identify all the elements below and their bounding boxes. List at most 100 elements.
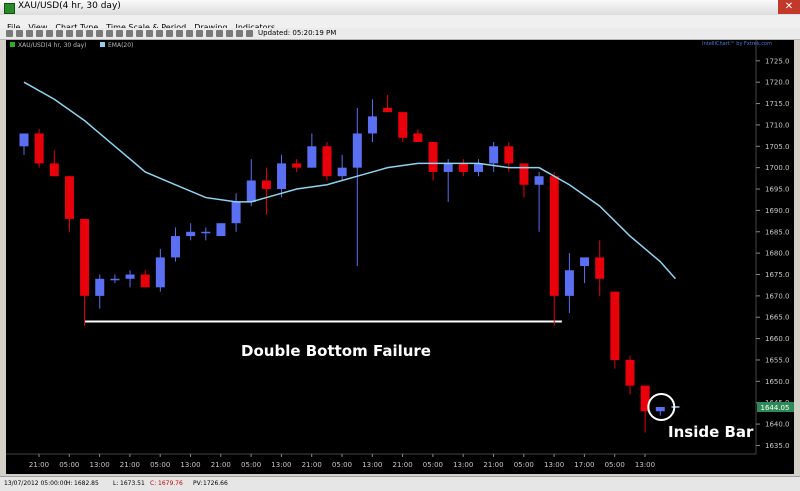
candle-body bbox=[352, 133, 362, 168]
line-type-icon[interactable] bbox=[156, 30, 163, 37]
x-tick-label: 13:00 bbox=[271, 461, 291, 469]
candle-body bbox=[398, 112, 408, 138]
candle bbox=[34, 129, 44, 168]
y-tick-label: 1720.0 bbox=[765, 79, 790, 87]
arrow-tool-icon[interactable] bbox=[96, 30, 103, 37]
x-tick-label: 05:00 bbox=[605, 461, 625, 469]
candle-body bbox=[49, 163, 59, 177]
candle bbox=[549, 171, 559, 326]
candle bbox=[216, 223, 226, 237]
candle bbox=[458, 159, 468, 177]
hline-tool-icon[interactable] bbox=[56, 30, 63, 37]
candle-body bbox=[413, 133, 423, 143]
channel-tool-icon[interactable] bbox=[76, 30, 83, 37]
y-tick-label: 1705.0 bbox=[765, 143, 790, 151]
y-tick-label: 1635.0 bbox=[765, 442, 790, 450]
candle-body bbox=[564, 270, 574, 296]
y-tick-label: 1665.0 bbox=[765, 314, 790, 322]
candle bbox=[580, 257, 590, 284]
candle bbox=[277, 154, 287, 198]
time-axis: 21:00 05:00 13:00 21:00 05:00 13:00 21:00 05:00… bbox=[6, 453, 756, 469]
candle-body bbox=[307, 146, 317, 168]
delete-tool-icon[interactable] bbox=[126, 30, 133, 37]
menu-bar: FileViewChart TypeTime Scale & PeriodDra… bbox=[0, 15, 800, 32]
candle bbox=[64, 176, 74, 232]
price-chart[interactable]: XAU/USD(4 hr, 30 day) EMA(20) IntelliChart… bbox=[6, 40, 794, 474]
y-tick-label: 1640.0 bbox=[765, 421, 790, 429]
status-bar: 13/07/2012 05:00:00 H: 1682.85 L: 1673.5… bbox=[0, 476, 800, 491]
candle-body bbox=[80, 218, 90, 296]
annotations: Double Bottom Failure Inside Bar bbox=[241, 342, 754, 441]
candle bbox=[125, 270, 135, 288]
candle-body bbox=[367, 116, 377, 134]
bar-type-icon[interactable] bbox=[146, 30, 153, 37]
status-low: 1673.51 bbox=[120, 480, 145, 487]
pan-icon[interactable] bbox=[36, 30, 43, 37]
zoom-in-icon[interactable] bbox=[6, 30, 13, 37]
x-tick-label: 05:00 bbox=[241, 461, 261, 469]
line-tool-icon[interactable] bbox=[46, 30, 53, 37]
status-pv-label: PV: bbox=[193, 480, 203, 487]
cursor-icon[interactable] bbox=[26, 30, 33, 37]
chart-area[interactable]: XAU/USD(4 hr, 30 day) EMA(20) IntelliChart… bbox=[6, 40, 794, 474]
candle bbox=[155, 248, 165, 292]
candle bbox=[398, 112, 408, 143]
candle bbox=[428, 142, 438, 181]
candle bbox=[564, 253, 574, 313]
candle-body bbox=[534, 176, 544, 185]
candle-body bbox=[580, 257, 590, 266]
candle-body bbox=[186, 231, 196, 237]
status-high: 1682.85 bbox=[74, 480, 99, 487]
y-tick-label: 1690.0 bbox=[765, 207, 790, 215]
scroll-left-icon[interactable] bbox=[206, 30, 213, 37]
settings-icon[interactable] bbox=[186, 30, 193, 37]
x-tick-label: 17:00 bbox=[574, 461, 594, 469]
candle-body bbox=[231, 201, 241, 224]
candle-body bbox=[155, 257, 165, 288]
candle bbox=[519, 163, 529, 198]
candle bbox=[246, 159, 256, 207]
refresh-icon[interactable] bbox=[196, 30, 203, 37]
candle bbox=[186, 223, 196, 241]
candle bbox=[367, 99, 377, 143]
status-close: 1679.76 bbox=[158, 480, 183, 487]
brand-label: IntelliChart™ by Fxtrek.com bbox=[702, 41, 772, 47]
candle-body bbox=[519, 163, 529, 185]
ellipse-tool-icon[interactable] bbox=[116, 30, 123, 37]
rect-tool-icon[interactable] bbox=[106, 30, 113, 37]
candle-body bbox=[216, 223, 226, 237]
candle-body bbox=[610, 291, 620, 360]
candle bbox=[171, 227, 180, 262]
y-tick-label: 1660.0 bbox=[765, 335, 790, 343]
candle bbox=[140, 270, 150, 288]
scroll-end-icon[interactable] bbox=[226, 30, 233, 37]
help-icon[interactable] bbox=[236, 30, 243, 37]
clock-icon bbox=[246, 30, 253, 37]
candle-body bbox=[474, 163, 483, 172]
window-title: XAU/USD(4 hr, 30 day) bbox=[18, 1, 121, 11]
candle bbox=[337, 154, 347, 181]
candle-body bbox=[655, 406, 665, 412]
close-button[interactable]: ✕ bbox=[778, 0, 800, 14]
candle bbox=[322, 142, 332, 181]
scroll-right-icon[interactable] bbox=[216, 30, 223, 37]
updated-time: Updated: 05:20:19 PM bbox=[258, 29, 337, 37]
toolbar: Updated: 05:20:19 PM bbox=[0, 28, 800, 40]
candle bbox=[261, 167, 271, 215]
text-tool-icon[interactable] bbox=[86, 30, 93, 37]
ema-line bbox=[23, 81, 677, 280]
candle-body bbox=[64, 176, 74, 219]
y-tick-label: 1670.0 bbox=[765, 292, 790, 300]
candle-body bbox=[125, 274, 135, 279]
zoom-out-icon[interactable] bbox=[16, 30, 23, 37]
print-icon[interactable] bbox=[166, 30, 173, 37]
candle-type-icon[interactable] bbox=[136, 30, 143, 37]
candle bbox=[307, 133, 317, 168]
y-tick-label: 1700.0 bbox=[765, 164, 790, 172]
candle bbox=[443, 159, 453, 202]
y-tick-label: 1715.0 bbox=[765, 100, 790, 108]
candle-body bbox=[19, 133, 29, 147]
save-icon[interactable] bbox=[176, 30, 183, 37]
fib-tool-icon[interactable] bbox=[66, 30, 73, 37]
x-tick-label: 21:00 bbox=[393, 461, 413, 469]
